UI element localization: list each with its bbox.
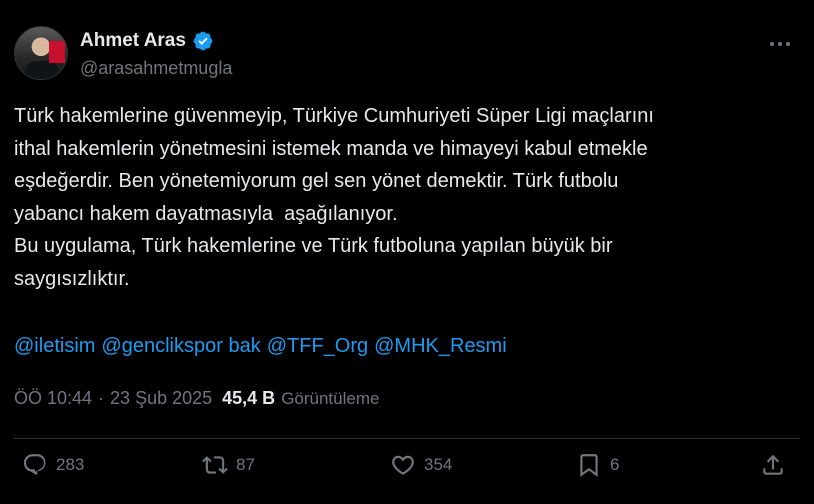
divider [14, 438, 800, 439]
verified-badge-icon[interactable] [192, 30, 214, 52]
like-icon [392, 455, 414, 475]
repost-button[interactable]: 87 [202, 452, 255, 478]
action-bar: 283 87 354 6 [14, 452, 800, 488]
like-count: 354 [424, 455, 453, 474]
mentions: @iletisim @genclikspor bak @TFF_Org @MHK… [14, 335, 507, 358]
like-button[interactable]: 354 [390, 452, 452, 478]
meta-separator: · [98, 388, 105, 408]
mention-iletisim[interactable]: @iletisim [14, 335, 95, 358]
mention-tff[interactable]: @TFF_Org [267, 335, 368, 358]
bookmark-button[interactable]: 6 [576, 452, 619, 478]
views-count: 45,4 B [222, 388, 276, 408]
repost-icon [202, 456, 228, 474]
reply-icon [23, 454, 46, 475]
tweet-time[interactable]: ÖÖ 10:44 [14, 388, 92, 409]
name-row: Ahmet Aras [80, 30, 214, 52]
bookmark-count: 6 [610, 455, 620, 474]
tweet-meta: ÖÖ 10:44 · 23 Şub 2025 45,4 B Görüntülem… [14, 388, 379, 409]
bookmark-icon [580, 454, 598, 477]
share-button[interactable] [760, 452, 786, 478]
tweet-date[interactable]: 23 Şub 2025 [110, 388, 212, 409]
repost-count: 87 [236, 455, 255, 474]
avatar[interactable] [14, 26, 68, 80]
reply-count: 283 [56, 455, 85, 474]
display-name[interactable]: Ahmet Aras [80, 30, 186, 52]
tweet-text: Türk hakemlerine güvenmeyip, Türkiye Cum… [14, 105, 654, 290]
mention-genclikspor[interactable]: @genclikspor bak [101, 335, 260, 358]
reply-button[interactable]: 283 [22, 452, 84, 478]
more-icon[interactable] [768, 32, 792, 56]
handle[interactable]: @arasahmetmugla [80, 58, 232, 79]
tweet-header: Ahmet Aras @arasahmetmugla [14, 26, 800, 84]
share-icon [763, 454, 783, 475]
mention-mhk[interactable]: @MHK_Resmi [374, 335, 507, 358]
views-label: Görüntüleme [281, 388, 380, 408]
